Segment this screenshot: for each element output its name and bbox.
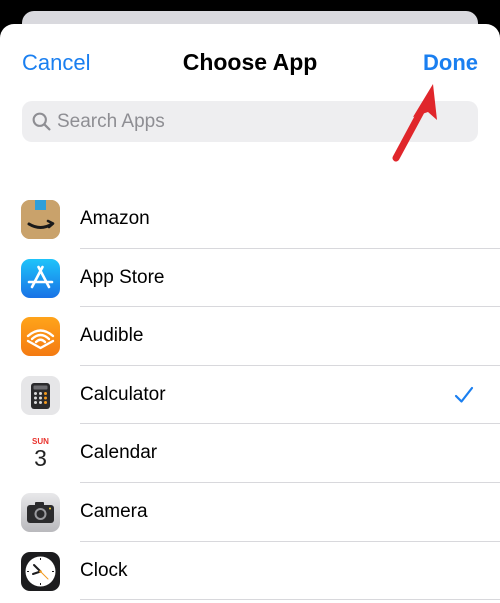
list-item-calendar[interactable]: SUN 3 Calendar — [0, 424, 500, 483]
search-icon — [32, 112, 51, 131]
list-item-calculator[interactable]: Calculator — [0, 366, 500, 425]
done-button[interactable]: Done — [423, 50, 478, 76]
app-name: Calculator — [80, 383, 166, 405]
clock-app-icon — [21, 551, 60, 591]
app-name: Amazon — [80, 208, 150, 229]
app-list: Amazon App Store Audible Calculator SUN … — [0, 190, 500, 601]
list-item-app-store[interactable]: App Store — [0, 249, 500, 308]
checkmark-icon — [454, 386, 474, 403]
app-store-app-icon — [21, 258, 60, 298]
amazon-app-icon — [21, 200, 60, 239]
calculator-app-icon — [21, 375, 60, 415]
app-name: Clock — [80, 559, 128, 581]
app-name: App Store — [80, 266, 165, 288]
list-item-amazon[interactable]: Amazon — [0, 190, 500, 249]
calendar-icon-date: 3 — [34, 445, 47, 472]
annotation-arrow-icon — [392, 84, 437, 162]
app-name: Audible — [80, 325, 144, 347]
list-item-audible[interactable]: Audible — [0, 307, 500, 366]
app-name: Calendar — [80, 442, 158, 464]
calendar-app-icon: SUN 3 — [21, 434, 60, 474]
list-item-clock[interactable]: Clock — [0, 542, 500, 601]
row-divider — [80, 599, 500, 601]
list-item-camera[interactable]: Camera — [0, 483, 500, 542]
audible-app-icon — [21, 317, 60, 357]
app-name: Camera — [80, 500, 148, 522]
camera-app-icon — [21, 492, 60, 532]
